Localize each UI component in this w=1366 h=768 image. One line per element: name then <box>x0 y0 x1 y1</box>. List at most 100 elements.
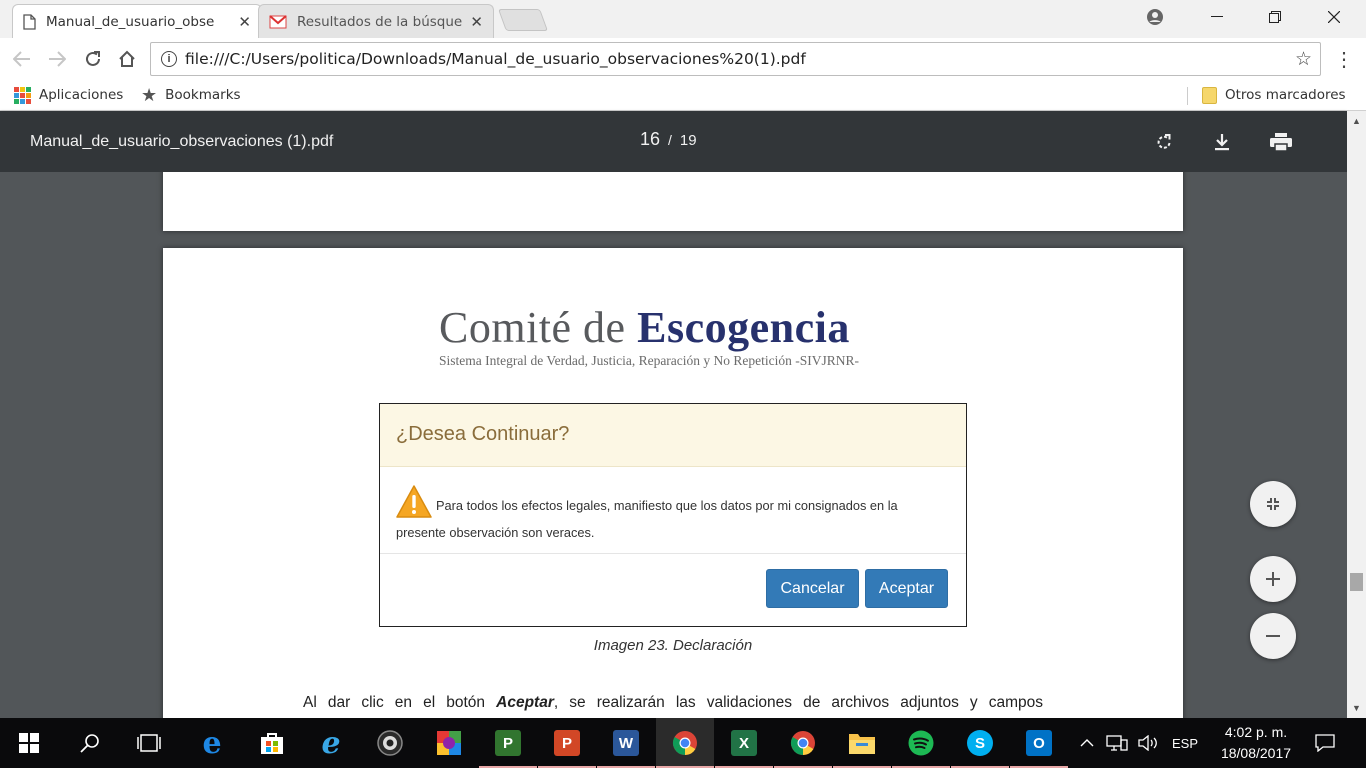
page-indicator: 16 / 19 <box>640 129 697 150</box>
scroll-up-icon[interactable]: ▲ <box>1347 113 1366 129</box>
search-button[interactable] <box>61 718 119 768</box>
store-icon <box>261 733 283 754</box>
rotate-button[interactable] <box>1150 129 1178 155</box>
dialog-message-line1: Para todos los efectos legales, manifies… <box>436 498 898 513</box>
tab-close-icon[interactable]: ✕ <box>238 13 251 31</box>
tray-chevron-icon[interactable] <box>1076 718 1098 768</box>
dialog-message-line2: presente observación son veraces. <box>396 525 595 540</box>
file-explorer-app[interactable] <box>833 718 891 768</box>
tab-gmail-search[interactable]: Resultados de la búsqued ✕ <box>258 4 494 38</box>
download-icon <box>1215 134 1229 151</box>
ie-app[interactable]: e <box>302 718 360 768</box>
browser-titlebar: Manual_de_usuario_obse ✕ Resultados de l… <box>0 0 1366 40</box>
restore-button[interactable] <box>1252 0 1298 34</box>
volume-icon[interactable] <box>1136 718 1160 768</box>
folder-icon <box>1202 86 1217 104</box>
minimize-button[interactable] <box>1194 0 1240 34</box>
windows-icon <box>19 733 39 753</box>
excel-app[interactable]: X <box>715 718 773 768</box>
chrome-icon <box>672 731 697 755</box>
project-icon: P <box>495 730 521 756</box>
taskbar-clock[interactable]: 4:02 p. m. 18/08/2017 <box>1212 722 1300 764</box>
scrollbar[interactable]: ▲ ▼ <box>1347 111 1366 718</box>
store-app[interactable] <box>243 718 301 768</box>
cancel-button: Cancelar <box>766 569 859 608</box>
pdf-toolbar: Manual_de_usuario_observaciones (1).pdf … <box>0 111 1347 172</box>
task-view-button[interactable] <box>120 718 178 768</box>
fit-page-button[interactable] <box>1250 481 1296 527</box>
minimize-icon <box>1211 16 1223 17</box>
home-button[interactable] <box>113 46 141 72</box>
skype-app[interactable]: S <box>951 718 1009 768</box>
internet-explorer-icon: e <box>321 725 341 761</box>
new-tab-button[interactable] <box>497 9 549 31</box>
logo-text: Comité de <box>439 303 638 352</box>
word-app[interactable]: W <box>597 718 655 768</box>
network-icon[interactable] <box>1104 718 1130 768</box>
outlook-app[interactable]: O <box>1010 718 1068 768</box>
zoom-out-button[interactable] <box>1250 613 1296 659</box>
excel-icon: X <box>731 730 757 756</box>
outlook-icon: O <box>1026 730 1052 756</box>
tab-manual-pdf[interactable]: Manual_de_usuario_obse ✕ <box>12 4 262 38</box>
profile-icon[interactable] <box>1132 0 1178 34</box>
tab-close-icon[interactable]: ✕ <box>470 13 483 31</box>
chrome-icon <box>790 731 815 755</box>
start-button[interactable] <box>0 718 58 768</box>
clock-time: 4:02 p. m. <box>1224 724 1288 740</box>
powerpoint-app[interactable]: P <box>538 718 596 768</box>
camera-app[interactable] <box>361 718 419 768</box>
forward-button[interactable] <box>43 46 71 72</box>
bookmark-label: Aplicaciones <box>39 87 124 103</box>
tab-title: Manual_de_usuario_obse <box>46 13 215 30</box>
zoom-in-button[interactable] <box>1250 556 1296 602</box>
download-button[interactable] <box>1208 129 1236 155</box>
bookmark-bookmarks[interactable]: ★ Bookmarks <box>141 84 241 106</box>
close-icon <box>1328 11 1340 23</box>
fit-icon <box>1267 498 1279 510</box>
star-icon[interactable]: ☆ <box>1295 48 1312 71</box>
spotify-app[interactable] <box>892 718 950 768</box>
paint-app[interactable] <box>420 718 478 768</box>
bookmark-other[interactable]: Otros marcadores <box>1202 84 1346 106</box>
project-app[interactable]: P <box>479 718 537 768</box>
restore-icon <box>1269 11 1281 23</box>
chrome-app[interactable] <box>774 718 832 768</box>
paint-icon <box>437 731 461 755</box>
accept-button: Aceptar <box>865 569 948 608</box>
clock-date: 18/08/2017 <box>1220 745 1292 761</box>
edge-app[interactable]: e <box>183 718 241 768</box>
pdf-file-name: Manual_de_usuario_observaciones (1).pdf <box>30 133 334 150</box>
address-bar[interactable]: i file:///C:/Users/politica/Downloads/Ma… <box>150 42 1321 76</box>
print-icon <box>1270 133 1292 151</box>
notifications-icon[interactable] <box>1310 718 1340 768</box>
print-button[interactable] <box>1267 129 1295 155</box>
info-icon[interactable]: i <box>161 51 177 67</box>
menu-dots-icon[interactable]: ⋮ <box>1334 46 1354 72</box>
logo-subtitle: Sistema Integral de Verdad, Justicia, Re… <box>439 353 860 368</box>
browser-toolbar: i file:///C:/Users/politica/Downloads/Ma… <box>0 38 1366 80</box>
scroll-thumb[interactable] <box>1350 573 1363 591</box>
document-icon <box>23 13 36 30</box>
current-page-input[interactable]: 16 <box>640 129 660 149</box>
bookmark-apps[interactable]: Aplicaciones <box>14 84 123 106</box>
task-view-icon <box>137 734 161 752</box>
url-text[interactable]: file:///C:/Users/politica/Downloads/Manu… <box>185 50 1295 68</box>
folder-icon <box>849 734 875 754</box>
language-indicator[interactable]: ESP <box>1166 718 1204 768</box>
edge-icon: e <box>202 725 222 761</box>
star-filled-icon: ★ <box>141 84 158 106</box>
chrome-app-active[interactable] <box>656 718 714 768</box>
arrow-left-icon <box>13 51 30 67</box>
bookmarks-bar: Aplicaciones ★ Bookmarks Otros marcadore… <box>0 80 1366 111</box>
back-button[interactable] <box>8 46 36 72</box>
pdf-page-16: Comité de Escogencia Sistema Integral de… <box>163 248 1183 718</box>
home-icon <box>119 50 135 67</box>
scroll-down-icon[interactable]: ▼ <box>1347 700 1366 716</box>
logo-text-bold: Escogencia <box>637 303 850 352</box>
pdf-viewer[interactable]: Comité de Escogencia Sistema Integral de… <box>0 172 1347 718</box>
plus-icon <box>1266 572 1280 586</box>
tab-title: Resultados de la búsqued <box>297 13 463 30</box>
reload-button[interactable] <box>79 46 107 72</box>
close-window-button[interactable] <box>1311 0 1357 34</box>
